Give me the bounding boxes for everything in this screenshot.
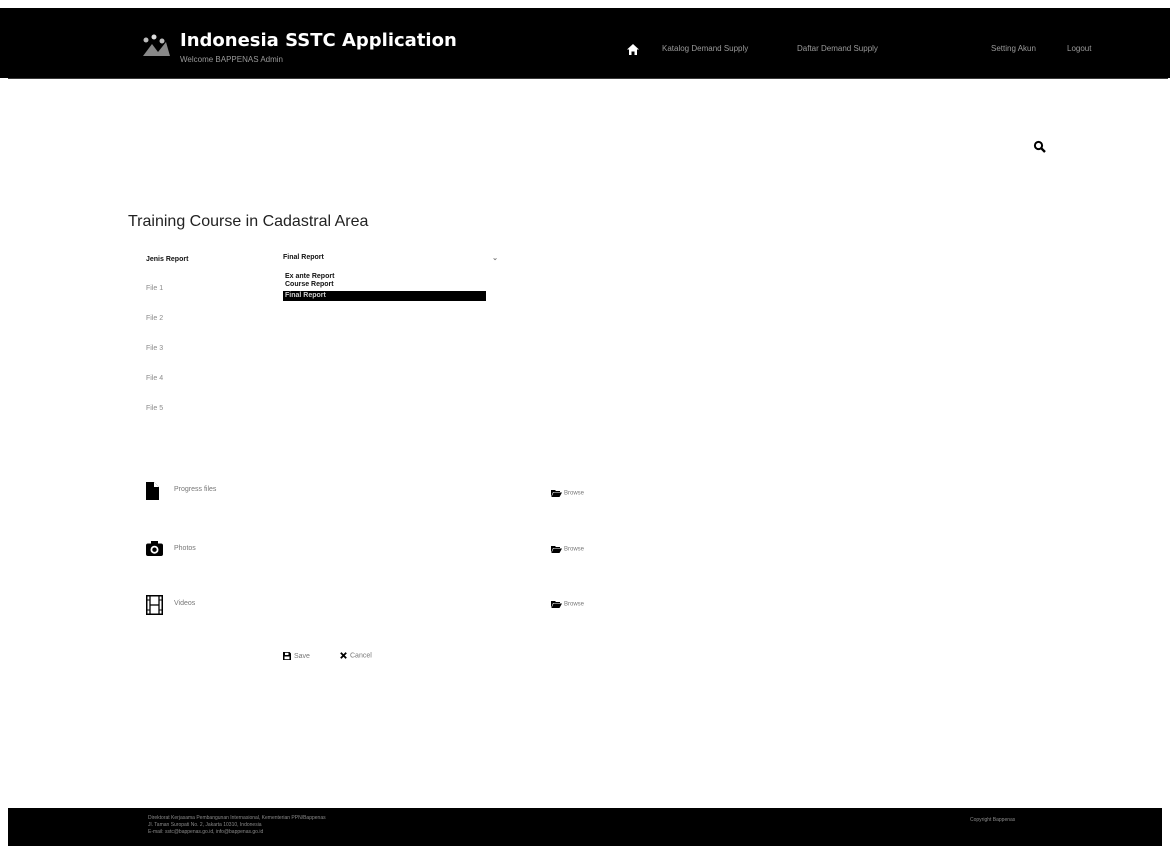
film-icon bbox=[146, 595, 163, 615]
report-type-label: Jenis Report bbox=[146, 256, 189, 263]
camera-icon bbox=[146, 541, 163, 556]
browse-progress-button[interactable]: Browse bbox=[551, 489, 584, 497]
close-icon bbox=[340, 652, 347, 659]
save-icon bbox=[283, 652, 291, 660]
file-label-5: File 5 bbox=[146, 405, 164, 412]
footer-address-1: Direktorat Kerjasama Pembangunan Interna… bbox=[148, 815, 326, 821]
home-icon[interactable] bbox=[627, 44, 639, 55]
footer-copyright: Copyright Bappenas bbox=[970, 817, 1016, 823]
photos-label: Photos bbox=[174, 545, 196, 552]
file-label-1: File 1 bbox=[146, 285, 164, 292]
logo-icon bbox=[143, 34, 170, 56]
search-icon[interactable] bbox=[1033, 140, 1046, 153]
browse-photos-button[interactable]: Browse bbox=[551, 545, 584, 553]
welcome-text: Welcome BAPPENAS Admin bbox=[180, 55, 284, 64]
report-type-dropdown: Ex ante Report Course Report Final Repor… bbox=[283, 273, 486, 301]
app-title: Indonesia SSTC Application bbox=[180, 30, 457, 51]
nav-logout[interactable]: Logout bbox=[1067, 44, 1091, 53]
file-label-4: File 4 bbox=[146, 375, 164, 382]
report-type-select[interactable]: Final Report ⌄ bbox=[283, 254, 498, 268]
folder-open-icon bbox=[551, 546, 562, 553]
file-label-2: File 2 bbox=[146, 315, 164, 322]
progress-files-label: Progress files bbox=[174, 486, 217, 493]
videos-label: Videos bbox=[174, 600, 196, 607]
option-ex-ante[interactable]: Ex ante Report bbox=[283, 273, 486, 281]
footer-address-2: Jl. Taman Suropati No. 2, Jakarta 10310,… bbox=[148, 822, 262, 828]
browse-videos-button[interactable]: Browse bbox=[551, 600, 584, 608]
nav-daftar[interactable]: Daftar Demand Supply bbox=[797, 44, 878, 53]
footer-email: E-mail: sstc@bappenas.go.id, info@bappen… bbox=[148, 829, 264, 835]
nav-katalog[interactable]: Katalog Demand Supply bbox=[662, 44, 748, 53]
select-value: Final Report bbox=[283, 254, 324, 261]
header-divider bbox=[8, 78, 1168, 79]
option-course[interactable]: Course Report bbox=[283, 281, 486, 289]
top-navbar: Indonesia SSTC Application Welcome BAPPE… bbox=[0, 8, 1170, 79]
folder-open-icon bbox=[551, 601, 562, 608]
nav-setting[interactable]: Setting Akun bbox=[991, 44, 1036, 53]
option-final[interactable]: Final Report bbox=[283, 291, 486, 301]
page-title: Training Course in Cadastral Area bbox=[128, 213, 369, 230]
chevron-down-icon: ⌄ bbox=[492, 255, 498, 262]
cancel-button[interactable]: Cancel bbox=[340, 652, 372, 659]
save-button[interactable]: Save bbox=[283, 652, 310, 660]
folder-open-icon bbox=[551, 490, 562, 497]
file-label-3: File 3 bbox=[146, 345, 164, 352]
file-icon bbox=[146, 482, 159, 500]
footer: Direktorat Kerjasama Pembangunan Interna… bbox=[8, 808, 1162, 846]
